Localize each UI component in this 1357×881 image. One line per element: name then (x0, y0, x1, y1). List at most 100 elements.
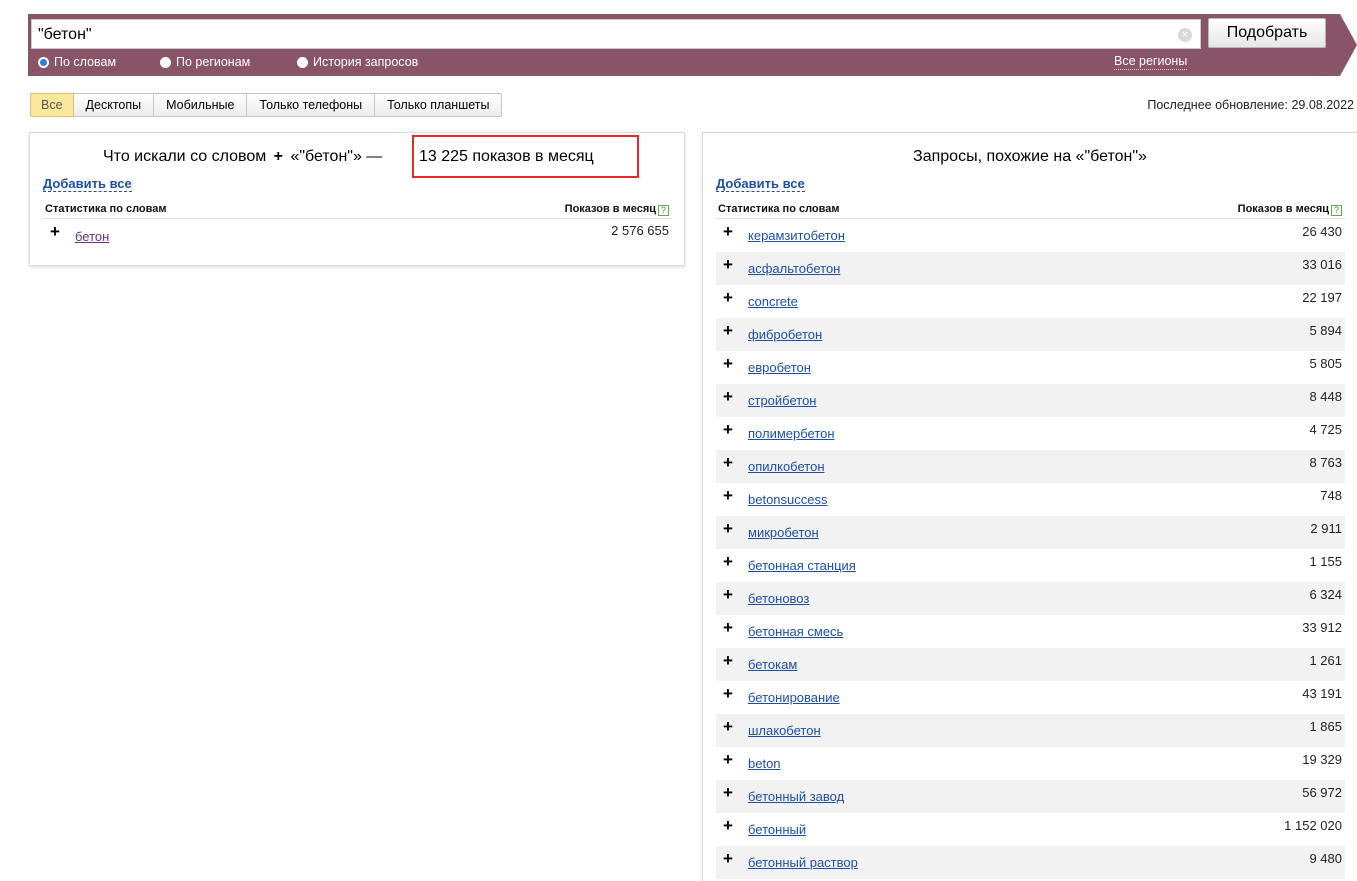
phrase-link[interactable]: микробетон (748, 525, 819, 541)
phrase-link[interactable]: полимербетон (748, 426, 835, 442)
col-header-shows: Показов в месяц? (1238, 203, 1342, 217)
table-row: + бетонная станция 1 155 (716, 549, 1345, 582)
add-phrase-button[interactable]: + (723, 717, 733, 737)
table-row: + опилкобетон 8 763 (716, 450, 1345, 483)
search-box[interactable]: × (31, 19, 1201, 49)
phrase-link[interactable]: concrete (748, 294, 798, 310)
shows-count: 33 016 (1302, 257, 1342, 272)
shows-count: 5 805 (1309, 356, 1342, 371)
all-regions-link[interactable]: Все регионы (1114, 54, 1188, 70)
add-phrase-button[interactable]: + (723, 783, 733, 803)
last-update: Последнее обновление: 29.08.2022 (1147, 98, 1354, 112)
help-icon[interactable]: ? (1331, 205, 1342, 216)
table-row: + евробетон 5 805 (716, 351, 1345, 384)
add-phrase-button[interactable]: + (723, 288, 733, 308)
add-phrase-button[interactable]: + (723, 618, 733, 638)
tab-mobile[interactable]: Мобильные (154, 93, 248, 117)
table-row: + бетокам 1 261 (716, 648, 1345, 681)
tab-tablets-only[interactable]: Только планшеты (375, 93, 503, 117)
tab-phones-only[interactable]: Только телефоны (247, 93, 376, 117)
phrase-link[interactable]: beton (748, 756, 781, 772)
table-row: + concrete 22 197 (716, 285, 1345, 318)
table-row: + полимербетон 4 725 (716, 417, 1345, 450)
help-icon[interactable]: ? (658, 205, 669, 216)
add-all-button[interactable]: Добавить все (43, 176, 132, 192)
search-bar-arrow (1340, 14, 1357, 76)
phrase-link[interactable]: асфальтобетон (748, 261, 840, 277)
phrase-link[interactable]: фибробетон (748, 327, 822, 343)
mode-by-words[interactable]: По словам (38, 55, 116, 69)
add-phrase-button[interactable]: + (723, 255, 733, 275)
add-phrase-button[interactable]: + (723, 750, 733, 770)
add-phrase-button[interactable]: + (50, 222, 60, 242)
radio-selected-icon (38, 56, 49, 68)
add-phrase-button[interactable]: + (723, 684, 733, 704)
table-row: + бетонный раствор 9 480 (716, 846, 1345, 879)
phrase-link[interactable]: стройбетон (748, 393, 817, 409)
add-phrase-button[interactable]: + (723, 849, 733, 869)
shows-count: 2 576 655 (611, 223, 669, 238)
phrase-link[interactable]: бетокам (748, 657, 797, 673)
shows-count: 8 448 (1309, 389, 1342, 404)
tab-desktops[interactable]: Десктопы (73, 93, 155, 117)
phrase-link[interactable]: опилкобетон (748, 459, 825, 475)
shows-count: 19 329 (1302, 752, 1342, 767)
mode-history[interactable]: История запросов (297, 55, 418, 69)
add-phrase-button[interactable]: + (723, 486, 733, 506)
phrase-link[interactable]: бетонирование (748, 690, 840, 706)
phrase-link[interactable]: бетонный завод (748, 789, 844, 805)
add-phrase-button[interactable]: + (723, 816, 733, 836)
shows-count: 2 911 (1310, 521, 1342, 536)
table-row: + асфальтобетон 33 016 (716, 252, 1345, 285)
mode-by-regions[interactable]: По регионам (160, 55, 250, 69)
clear-circle-icon[interactable]: × (1178, 28, 1192, 42)
radio-icon (160, 56, 171, 68)
phrase-link[interactable]: бетонная станция (748, 558, 856, 574)
tab-all[interactable]: Все (30, 93, 74, 117)
add-all-button[interactable]: Добавить все (716, 176, 805, 192)
phrase-link[interactable]: бетон (75, 229, 109, 245)
shows-count: 43 191 (1302, 686, 1342, 701)
add-phrase-button[interactable]: + (723, 387, 733, 407)
phrase-link[interactable]: бетонный раствор (748, 855, 858, 871)
search-input[interactable] (38, 25, 1168, 45)
shows-count: 8 763 (1309, 455, 1342, 470)
mode-label: По регионам (176, 55, 251, 69)
device-tabs: Все Десктопы Мобильные Только телефоны Т… (30, 93, 503, 117)
add-phrase-button[interactable]: + (723, 354, 733, 374)
phrase-link[interactable]: бетоновоз (748, 591, 809, 607)
phrase-link[interactable]: керамзитобетон (748, 228, 845, 244)
add-phrase-button[interactable]: + (723, 651, 733, 671)
table-row: + стройбетон 8 448 (716, 384, 1345, 417)
col-header-shows: Показов в месяц? (565, 203, 669, 217)
phrase-link[interactable]: евробетон (748, 360, 811, 376)
add-phrase-button[interactable]: + (723, 519, 733, 539)
table-row: + beton 19 329 (716, 747, 1345, 780)
col-header-shows-label: Показов в месяц (564, 203, 656, 215)
shows-count: 33 912 (1302, 620, 1342, 635)
shows-count: 26 430 (1302, 224, 1342, 239)
add-phrase-button[interactable]: + (723, 222, 733, 242)
shows-count: 5 894 (1309, 323, 1342, 338)
shows-count: 748 (1320, 488, 1342, 503)
add-phrase-button[interactable]: + (723, 321, 733, 341)
mode-label: По словам (54, 55, 117, 69)
add-phrase-button[interactable]: + (723, 552, 733, 572)
submit-button[interactable]: Подобрать (1208, 18, 1326, 48)
phrase-link[interactable]: бетонный (748, 822, 806, 838)
table-row: + бетон 2 576 655 (43, 219, 672, 252)
phrase-link[interactable]: шлакобетон (748, 723, 821, 739)
total-shows: 13 225 показов в месяц (419, 148, 594, 165)
shows-count: 6 324 (1309, 587, 1342, 602)
table-row: + шлакобетон 1 865 (716, 714, 1345, 747)
shows-count: 4 725 (1309, 422, 1342, 437)
shows-count: 1 261 (1309, 653, 1342, 668)
add-phrase-button[interactable]: + (723, 585, 733, 605)
add-phrase-button[interactable]: + (723, 453, 733, 473)
panel-title: Запросы, похожие на «"бетон"» (913, 148, 1147, 165)
add-phrase-button[interactable]: + (723, 420, 733, 440)
table-row: + фибробетон 5 894 (716, 318, 1345, 351)
phrase-link[interactable]: betonsuccess (748, 492, 828, 508)
phrase-link[interactable]: бетонная смесь (748, 624, 843, 640)
similar-rows: + керамзитобетон 26 430 + асфальтобетон 33 01… (716, 219, 1345, 879)
